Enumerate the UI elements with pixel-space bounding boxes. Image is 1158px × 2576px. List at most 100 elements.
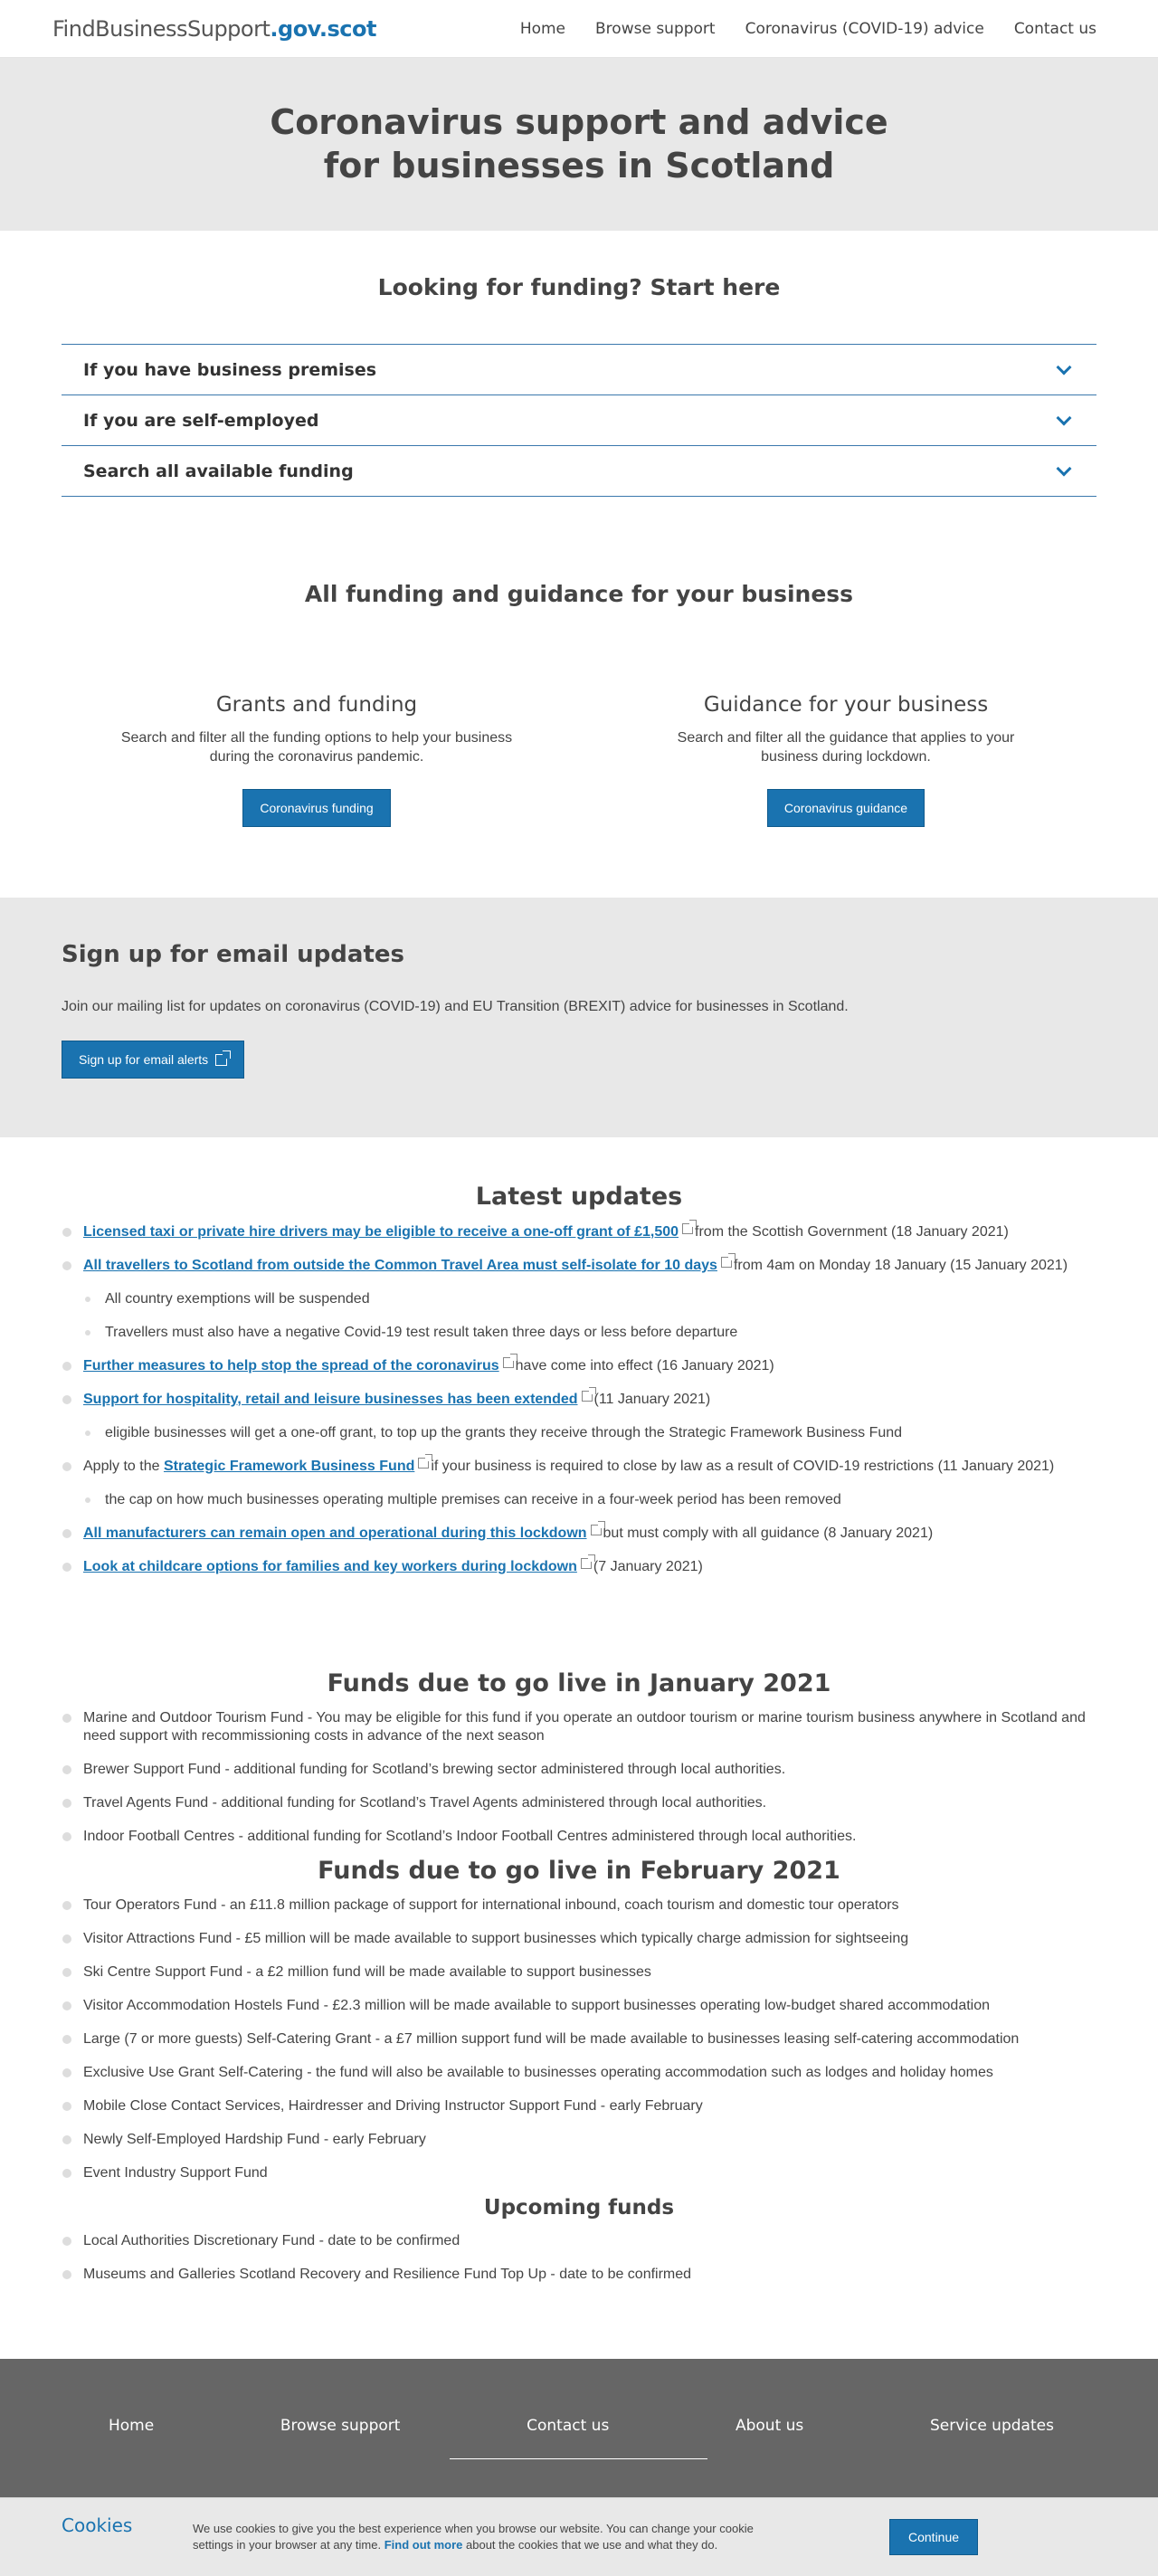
update-text: have come into effect (16 January 2021)	[515, 1357, 774, 1374]
main-nav: Home Browse support Coronavirus (COVID-1…	[520, 20, 1096, 38]
fund-item: Visitor Accommodation Hostels Fund - £2.…	[62, 1997, 1096, 2015]
update-item: Apply to the Strategic Framework Busines…	[62, 1453, 1096, 1476]
fund-item: Local Authorities Discretionary Fund - d…	[62, 2232, 1096, 2250]
latest-updates-list: Licensed taxi or private hire drivers ma…	[62, 1219, 1096, 1576]
fund-item: Exclusive Use Grant Self-Catering - the …	[62, 2064, 1096, 2082]
logo-domain: .gov.scot	[270, 15, 376, 42]
update-link[interactable]: Look at childcare options for families a…	[83, 1559, 577, 1574]
find-out-more-link[interactable]: Find out more	[384, 2538, 463, 2552]
site-header: FindBusinessSupport.gov.scot Home Browse…	[0, 0, 1158, 58]
footer-divider	[450, 2458, 707, 2459]
nav-home[interactable]: Home	[520, 20, 565, 38]
hero-banner: Coronavirus support and advice for busin…	[0, 58, 1158, 231]
update-item: All manufacturers can remain open and op…	[62, 1520, 1096, 1543]
fund-item: Mobile Close Contact Services, Hairdress…	[62, 2097, 1096, 2115]
fund-item: Visitor Attractions Fund - £5 million wi…	[62, 1930, 1096, 1948]
card-title: Guidance for your business	[703, 693, 989, 717]
chevron-down-icon	[1056, 410, 1072, 425]
update-item: the cap on how much businesses operating…	[62, 1491, 1096, 1509]
fund-item: Newly Self-Employed Hardship Fund - earl…	[62, 2131, 1096, 2149]
fund-text: Newly Self-Employed Hardship Fund - earl…	[83, 2131, 426, 2147]
page-title: Coronavirus support and advice for busin…	[270, 102, 888, 185]
update-link[interactable]: Licensed taxi or private hire drivers ma…	[83, 1224, 679, 1240]
signup-heading: Sign up for email updates	[62, 940, 404, 968]
external-link-icon	[581, 1386, 596, 1402]
guidance-card: Guidance for your business Search and fi…	[647, 693, 1045, 827]
update-link[interactable]: Strategic Framework Business Fund	[164, 1459, 414, 1474]
update-link[interactable]: Support for hospitality, retail and leis…	[83, 1392, 578, 1407]
update-link[interactable]: All manufacturers can remain open and op…	[83, 1526, 587, 1541]
update-link[interactable]: Further measures to help stop the spread…	[83, 1358, 499, 1374]
update-text: the cap on how much businesses operating…	[105, 1491, 841, 1507]
email-signup-section: Sign up for email updates Join our maili…	[0, 897, 1158, 1137]
update-text: Apply to the	[83, 1458, 160, 1474]
coronavirus-funding-button[interactable]: Coronavirus funding	[242, 788, 391, 827]
fund-item: Large (7 or more guests) Self-Catering G…	[62, 2030, 1096, 2048]
fund-text: Visitor Attractions Fund - £5 million wi…	[83, 1930, 909, 1946]
update-item: eligible businesses will get a one-off g…	[62, 1424, 1096, 1442]
coronavirus-guidance-button[interactable]: Coronavirus guidance	[766, 788, 925, 827]
card-text: Search and filter all the funding option…	[120, 730, 513, 765]
february-funds-heading: Funds due to go live in February 2021	[318, 1856, 840, 1885]
nav-browse-support[interactable]: Browse support	[595, 20, 716, 38]
update-item: Further measures to help stop the spread…	[62, 1353, 1096, 1375]
fund-text: Mobile Close Contact Services, Hairdress…	[83, 2097, 703, 2114]
chevron-down-icon	[1056, 359, 1072, 375]
fund-text: Ski Centre Support Fund - a £2 million f…	[83, 1963, 651, 1980]
footer-home-link[interactable]: Home	[109, 2417, 154, 2435]
upcoming-funds-heading: Upcoming funds	[483, 2195, 675, 2220]
accordion-self-employed[interactable]: If you are self-employed	[62, 395, 1096, 446]
card-title: Grants and funding	[215, 693, 418, 717]
email-alerts-button[interactable]: Sign up for email alerts	[62, 1040, 245, 1079]
accordion-business-premises[interactable]: If you have business premises	[62, 345, 1096, 395]
fund-item: Ski Centre Support Fund - a £2 million f…	[62, 1963, 1096, 1982]
fund-text: Brewer Support Fund - additional funding…	[83, 1761, 786, 1777]
update-item: Look at childcare options for families a…	[62, 1554, 1096, 1576]
cookie-banner: Cookies We use cookies to give you the b…	[0, 2497, 1158, 2576]
fund-item: Marine and Outdoor Tourism Fund - You ma…	[62, 1709, 1096, 1745]
upcoming-funds-list: Local Authorities Discretionary Fund - d…	[62, 2232, 1096, 2284]
external-link-icon	[502, 1353, 517, 1368]
footer-nav: Home Browse support Contact us About us …	[0, 2417, 1158, 2435]
accordion-search-all[interactable]: Search all available funding	[62, 446, 1096, 497]
external-link-icon	[720, 1252, 736, 1268]
fund-text: Local Authorities Discretionary Fund - d…	[83, 2232, 460, 2248]
update-text: from 4am on Monday 18 January (15 Januar…	[733, 1257, 1068, 1273]
footer-browse-support-link[interactable]: Browse support	[280, 2417, 401, 2435]
update-item: Travellers must also have a negative Cov…	[62, 1324, 1096, 1342]
fund-text: Museums and Galleries Scotland Recovery …	[83, 2266, 692, 2282]
fund-item: Museums and Galleries Scotland Recovery …	[62, 2266, 1096, 2284]
fund-text: Exclusive Use Grant Self-Catering - the …	[83, 2064, 993, 2080]
email-alerts-label: Sign up for email alerts	[79, 1051, 209, 1067]
fund-text: Tour Operators Fund - an £11.8 million p…	[83, 1896, 899, 1913]
external-link-icon	[590, 1520, 605, 1535]
fund-item: Brewer Support Fund - additional funding…	[62, 1761, 1096, 1779]
footer-service-updates-link[interactable]: Service updates	[930, 2417, 1054, 2435]
update-item: All travellers to Scotland from outside …	[62, 1252, 1096, 1275]
update-text: Travellers must also have a negative Cov…	[105, 1324, 738, 1340]
footer-about-us-link[interactable]: About us	[736, 2417, 803, 2435]
fund-item: Travel Agents Fund - additional funding …	[62, 1794, 1096, 1812]
update-text: from the Scottish Government (18 January…	[695, 1223, 1009, 1240]
footer-contact-us-link[interactable]: Contact us	[527, 2417, 609, 2435]
external-link-icon	[215, 1050, 232, 1067]
nav-contact-us[interactable]: Contact us	[1014, 20, 1096, 38]
cookie-continue-button[interactable]: Continue	[889, 2519, 979, 2555]
nav-coronavirus-advice[interactable]: Coronavirus (COVID-19) advice	[745, 20, 984, 38]
accordion-label: If you are self-employed	[83, 410, 319, 431]
update-text: if your business is required to close by…	[431, 1458, 1055, 1474]
fund-item: Indoor Football Centres - additional fun…	[62, 1828, 1096, 1846]
cookie-text: We use cookies to give you the best expe…	[193, 2521, 790, 2553]
january-funds-heading: Funds due to go live in January 2021	[327, 1668, 831, 1697]
logo-main: FindBusinessSupport	[52, 15, 271, 42]
site-logo[interactable]: FindBusinessSupport.gov.scot	[52, 16, 376, 42]
february-funds-list: Tour Operators Fund - an £11.8 million p…	[62, 1896, 1096, 2182]
all-funding-heading: All funding and guidance for your busine…	[304, 581, 854, 607]
external-link-icon	[580, 1554, 595, 1569]
update-link[interactable]: All travellers to Scotland from outside …	[83, 1258, 717, 1273]
update-text: (7 January 2021)	[593, 1558, 703, 1574]
update-item: Support for hospitality, retail and leis…	[62, 1386, 1096, 1409]
january-funds-list: Marine and Outdoor Tourism Fund - You ma…	[62, 1709, 1096, 1846]
update-text: All country exemptions will be suspended	[105, 1290, 370, 1307]
fund-text: Marine and Outdoor Tourism Fund - You ma…	[83, 1709, 1086, 1744]
